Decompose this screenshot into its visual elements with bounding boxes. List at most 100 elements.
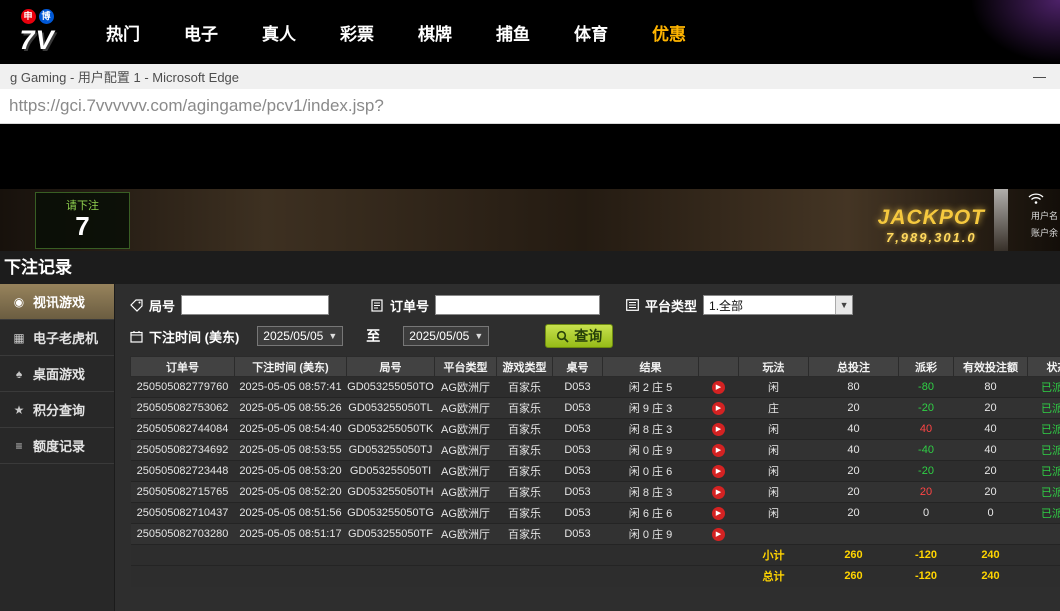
- chevron-down-icon: ▼: [835, 296, 852, 314]
- cell-result: 闲 9 庄 3: [603, 398, 699, 419]
- bet-records-table: 订单号下注时间 (美东)局号平台类型游戏类型桌号结果玩法总投注派彩有效投注额状态…: [130, 356, 1060, 587]
- credit-record-icon: ≡: [11, 439, 27, 453]
- total-bet-sum: 260: [809, 545, 899, 566]
- payout-sum: -120: [899, 545, 954, 566]
- account-info-line: 用户名: [1031, 209, 1058, 222]
- play-video-icon[interactable]: ▶: [712, 507, 725, 520]
- account-info-strip: 用户名账户余: [1031, 209, 1058, 239]
- search-icon: [556, 330, 569, 343]
- column-header: 总投注: [809, 357, 899, 377]
- date-to-select[interactable]: 2025/05/05 ▼: [403, 326, 489, 346]
- play-video-icon[interactable]: ▶: [712, 465, 725, 478]
- banner-light-strip: [994, 189, 1008, 251]
- cell-total-bet: 40: [809, 419, 899, 440]
- cell-result: 闲 2 庄 5: [603, 377, 699, 398]
- cell-order-no: 250505082753062: [131, 398, 235, 419]
- cell-platform: AG欧洲厅: [435, 482, 497, 503]
- column-header: 游戏类型: [497, 357, 553, 377]
- cell-total-bet: 40: [809, 440, 899, 461]
- cell-payout: -80: [899, 377, 954, 398]
- platform-type-label: 平台类型: [645, 296, 697, 315]
- cell-table-no: D053: [553, 503, 603, 524]
- play-video-icon[interactable]: ▶: [712, 486, 725, 499]
- list-icon: [626, 299, 641, 311]
- cell-status: 已派彩: [1028, 419, 1060, 440]
- brand-logo[interactable]: 申 博 7V: [4, 6, 70, 58]
- play-video-icon[interactable]: ▶: [712, 528, 725, 541]
- round-no-label: 局号: [149, 296, 175, 315]
- cell-bet-time: 2025-05-05 08:57:41: [235, 377, 347, 398]
- cell-bet-side: 庄: [739, 398, 809, 419]
- sidebar-item[interactable]: ♠ 桌面游戏: [0, 356, 114, 392]
- minimize-button[interactable]: —: [1029, 69, 1050, 84]
- video-game-icon: ◉: [11, 295, 27, 309]
- date-to-value: 2025/05/05: [409, 329, 469, 343]
- order-no-input[interactable]: [435, 295, 600, 315]
- cell-bet-side: 闲: [739, 461, 809, 482]
- cell-game-type: 百家乐: [497, 440, 553, 461]
- play-video-icon[interactable]: ▶: [712, 423, 725, 436]
- nav-item-3[interactable]: 真人: [262, 20, 296, 45]
- date-from-select[interactable]: 2025/05/05 ▼: [257, 326, 343, 346]
- game-banner: 请下注 7 JACKPOT 7,989,301.0 用户名账户余: [0, 189, 1060, 251]
- nav-item-6[interactable]: 捕鱼: [496, 20, 530, 45]
- cell-game-type: 百家乐: [497, 398, 553, 419]
- cell-status: 已派彩: [1028, 398, 1060, 419]
- window-title: g Gaming - 用户配置 1 - Microsoft Edge: [10, 67, 1029, 86]
- game-preview-area: 请下注 7 JACKPOT 7,989,301.0 用户名账户余: [0, 124, 1060, 251]
- document-icon: [371, 299, 386, 312]
- cell-platform: AG欧洲厅: [435, 524, 497, 545]
- cell-status: [1028, 524, 1060, 545]
- nav-item-7[interactable]: 体育: [574, 20, 608, 45]
- total-row-label: 总计: [739, 566, 809, 587]
- cell-bet-time: 2025-05-05 08:55:26: [235, 398, 347, 419]
- nav-item-5[interactable]: 棋牌: [418, 20, 452, 45]
- cell-order-no: 250505082710437: [131, 503, 235, 524]
- sidebar-item[interactable]: ★积分查询: [0, 392, 114, 428]
- cell-status: [1028, 545, 1060, 566]
- cell-platform: AG欧洲厅: [435, 461, 497, 482]
- address-bar[interactable]: https://gci.7vvvvvv.com/agingame/pcv1/in…: [0, 89, 1060, 124]
- cell-round-no: GD053255050TO: [347, 377, 435, 398]
- round-no-input[interactable]: [181, 295, 329, 315]
- cell-bet-side: [739, 524, 809, 545]
- platform-select[interactable]: 1.全部 ▼: [703, 295, 853, 315]
- cell-video: ▶: [699, 377, 739, 398]
- content-area: ◉视讯游戏▦电子老虎机♠桌面游戏★积分查询≡额度记录 局号 订单号 平台类型: [0, 284, 1060, 611]
- sidebar-item[interactable]: ▦电子老虎机: [0, 320, 114, 356]
- cell-bet-time: 2025-05-05 08:54:40: [235, 419, 347, 440]
- cell-total-bet: 20: [809, 398, 899, 419]
- bet-records-table-wrap: 订单号下注时间 (美东)局号平台类型游戏类型桌号结果玩法总投注派彩有效投注额状态…: [130, 356, 1060, 587]
- cell-video: ▶: [699, 482, 739, 503]
- search-button[interactable]: 查询: [545, 324, 613, 348]
- cell-total-bet: 20: [809, 503, 899, 524]
- sidebar-item[interactable]: ◉视讯游戏: [0, 284, 114, 320]
- column-header: 结果: [603, 357, 699, 377]
- nav-item-1[interactable]: 热门: [106, 20, 140, 45]
- cell-game-type: 百家乐: [497, 377, 553, 398]
- cell-status: 已派彩: [1028, 461, 1060, 482]
- cell-payout: 0: [899, 503, 954, 524]
- play-video-icon[interactable]: ▶: [712, 402, 725, 415]
- column-header: 局号: [347, 357, 435, 377]
- cell-table-no: D053: [553, 377, 603, 398]
- nav-item-2[interactable]: 电子: [184, 20, 218, 45]
- play-video-icon[interactable]: ▶: [712, 444, 725, 457]
- cell-valid-bet: 40: [954, 440, 1028, 461]
- cell-valid-bet: 20: [954, 461, 1028, 482]
- play-video-icon[interactable]: ▶: [712, 381, 725, 394]
- nav-item-4[interactable]: 彩票: [340, 20, 374, 45]
- cell-game-type: 百家乐: [497, 503, 553, 524]
- cell-order-no: 250505082744084: [131, 419, 235, 440]
- nav-item-8[interactable]: 优惠: [652, 20, 686, 45]
- chevron-down-icon: ▼: [474, 331, 483, 341]
- cell-bet-side: 闲: [739, 440, 809, 461]
- table-game-icon: ♠: [11, 367, 27, 381]
- column-header: [699, 357, 739, 377]
- sidebar-item-label: 桌面游戏: [33, 364, 85, 383]
- cell-game-type: 百家乐: [497, 524, 553, 545]
- logo-badge-bo: 博: [39, 9, 54, 24]
- sidebar-item[interactable]: ≡额度记录: [0, 428, 114, 464]
- date-range-to-label: 至: [366, 326, 380, 346]
- cell-round-no: GD053255050TK: [347, 419, 435, 440]
